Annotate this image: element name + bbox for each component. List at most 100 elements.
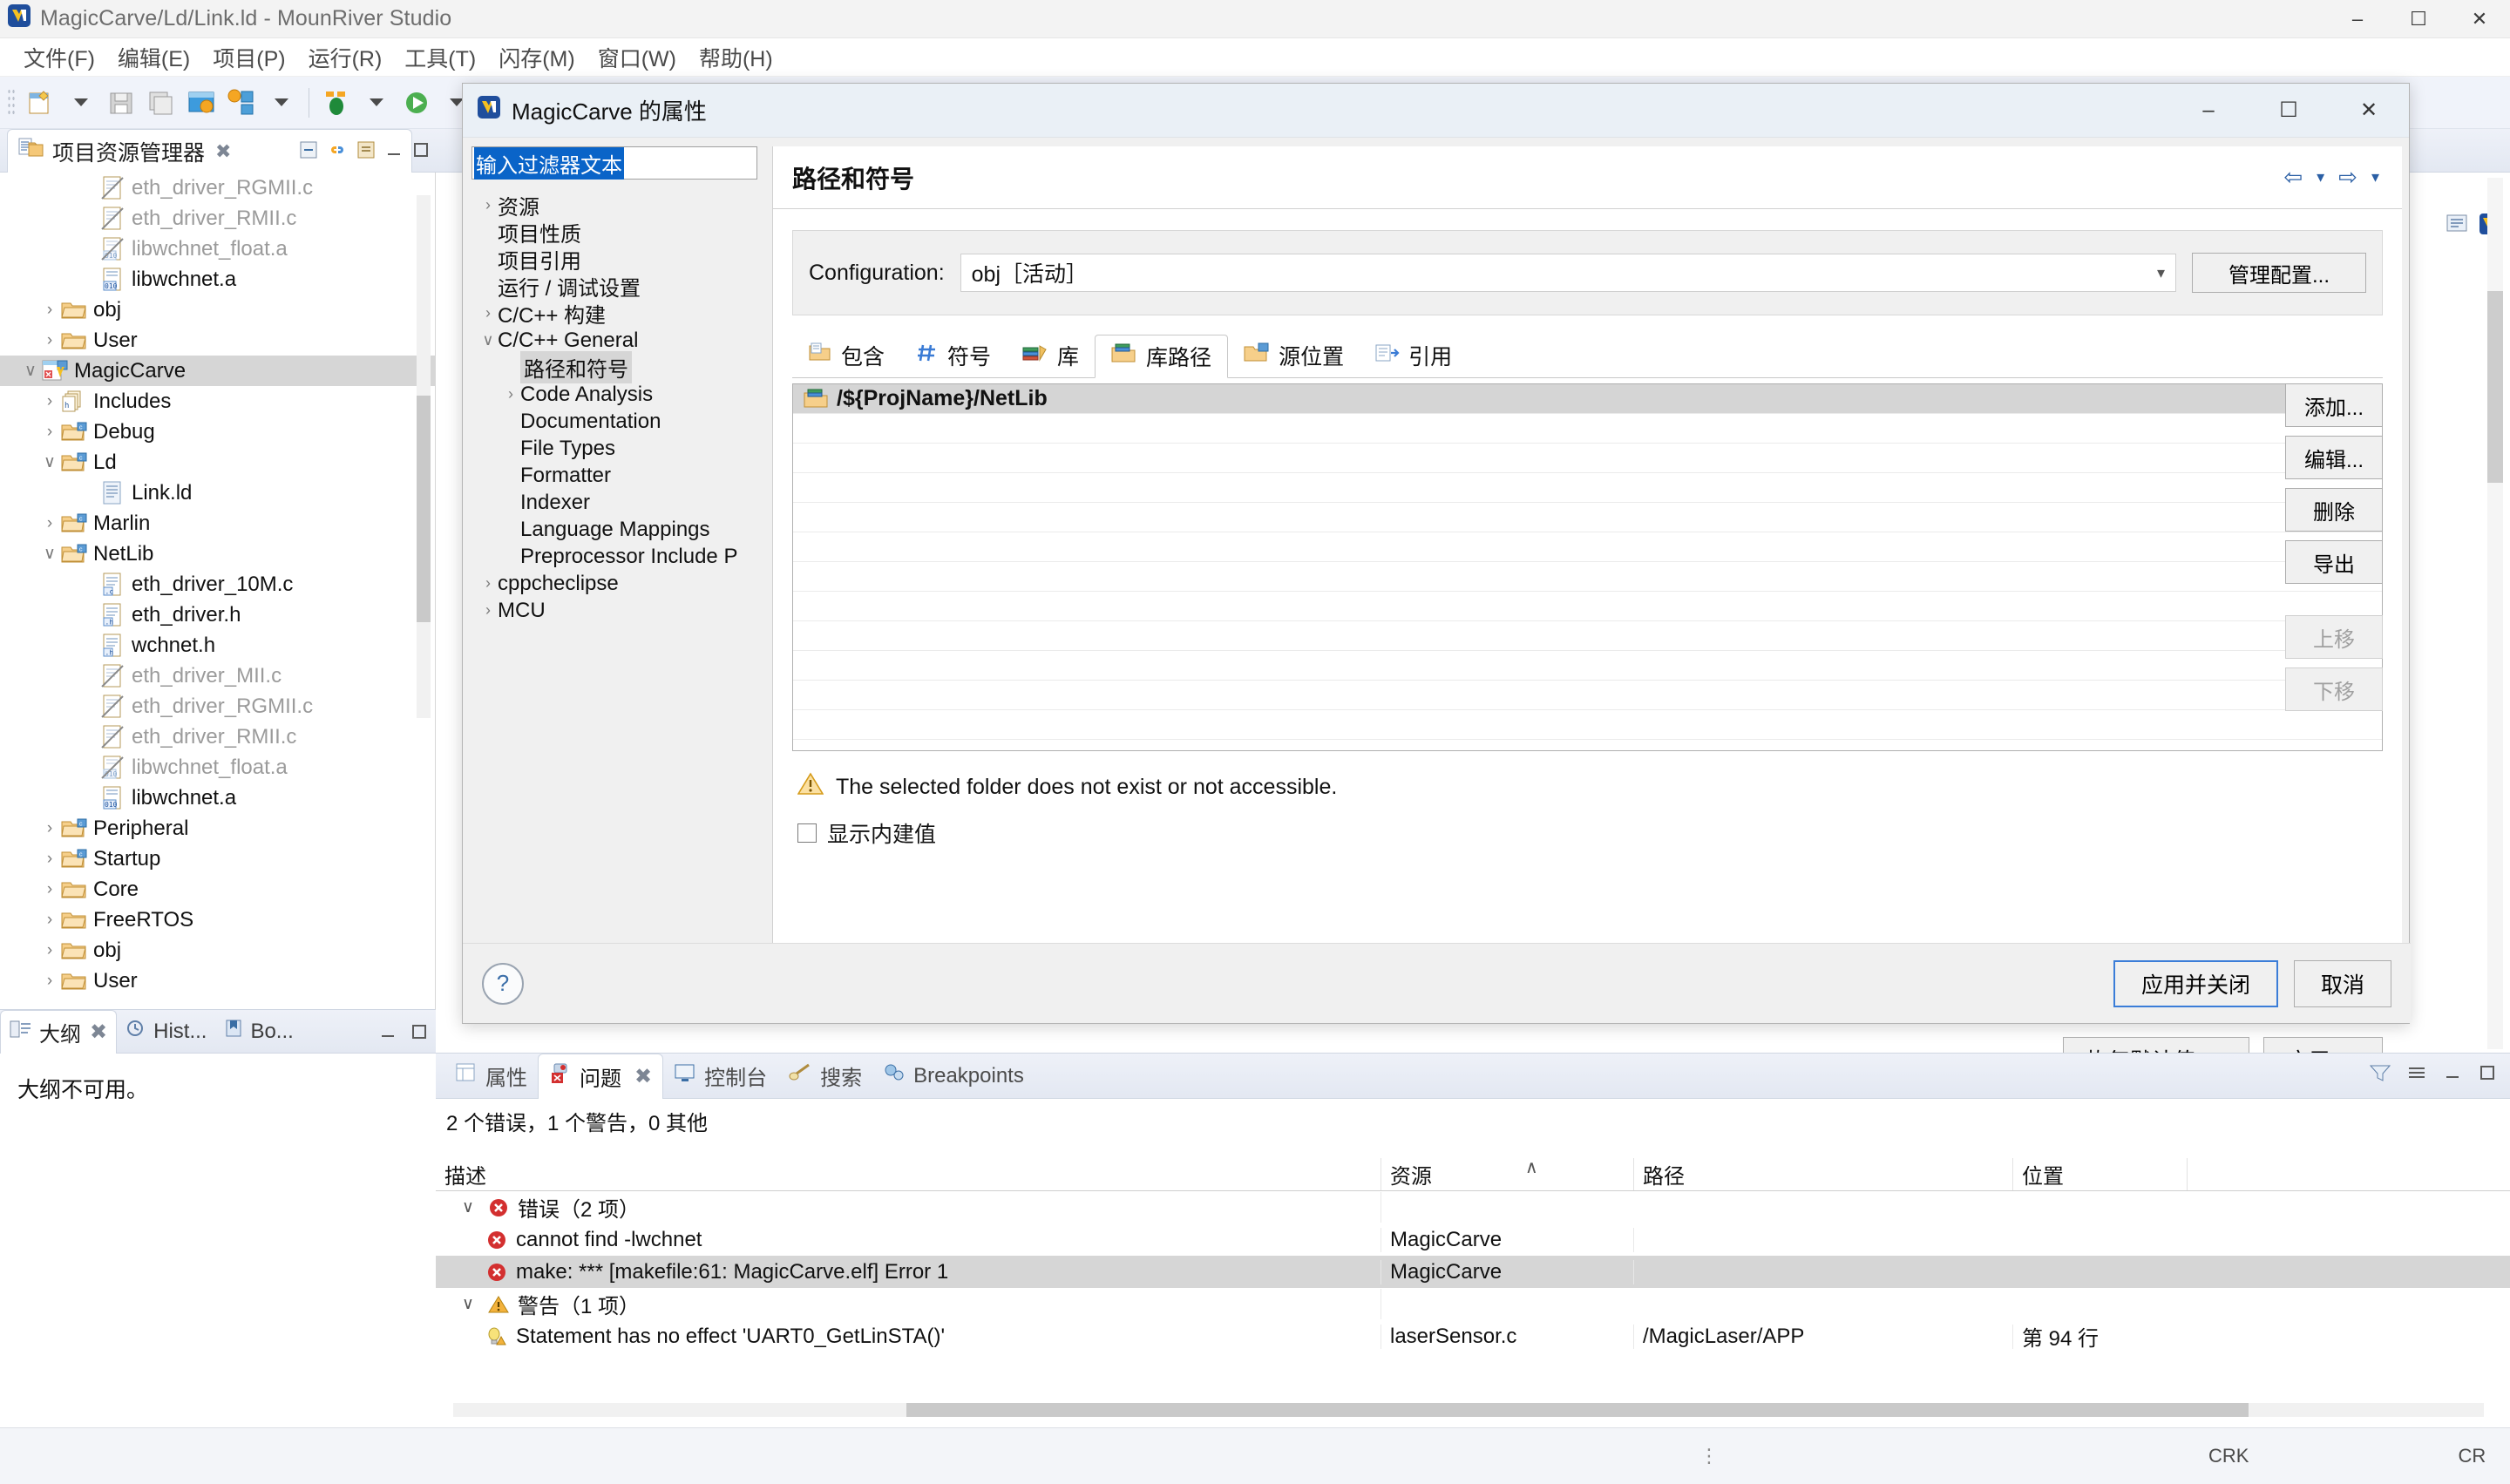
settings-tree-item[interactable]: › Code Analysis — [471, 381, 766, 408]
project-tree-item[interactable]: eth_driver_MII.c — [0, 661, 435, 691]
project-explorer-toolbar[interactable] — [298, 139, 431, 166]
project-tree-item[interactable]: .c eth_driver_10M.c — [0, 569, 435, 600]
settings-tree-item[interactable]: › MCU — [471, 597, 766, 624]
chevron-down-icon[interactable]: ∨ — [462, 1294, 479, 1314]
project-tree-item[interactable]: 010 libwchnet.a — [0, 783, 435, 813]
tab-search[interactable]: 搜索 — [777, 1054, 872, 1099]
dialog-tab-reference[interactable]: 引用 — [1360, 334, 1468, 377]
chevron-right-icon[interactable]: › — [38, 392, 61, 411]
settings-tree-item[interactable]: 路径和符号 — [471, 351, 766, 383]
problems-item-row[interactable]: Statement has no effect 'UART0_GetLinSTA… — [436, 1320, 2510, 1352]
close-icon[interactable]: ✖ — [215, 140, 231, 163]
library-path-empty-row[interactable] — [793, 592, 2382, 621]
menu-tools[interactable]: 工具(T) — [393, 38, 487, 77]
project-tree-item[interactable]: › c Debug — [0, 417, 435, 447]
apply-and-close-button[interactable]: 应用并关闭 — [2113, 959, 2278, 1007]
outline-tabstrip[interactable]: 大纲 ✖ Hist... Bo... — [0, 1009, 436, 1054]
problems-group-row[interactable]: ∨ 警告（1 项） — [436, 1288, 2510, 1320]
tab-bookmarks[interactable]: Bo... — [215, 1010, 302, 1054]
configuration-select[interactable]: obj［活动］ ▾ — [960, 254, 2176, 292]
project-tree-item[interactable]: ∨ MagicCarve — [0, 356, 435, 386]
run-icon[interactable] — [397, 83, 437, 123]
nav-back-caret-icon[interactable]: ▾ — [2317, 168, 2324, 186]
minimize-panel-icon[interactable] — [378, 1022, 397, 1047]
chevron-right-icon[interactable]: › — [38, 880, 61, 899]
chevron-right-icon[interactable]: › — [501, 385, 520, 403]
library-path-empty-row[interactable] — [793, 414, 2382, 444]
dialog-settings-tree[interactable]: › 资源 项目性质 项目引用 运行 / 调试设置 › C/C++ 构建 ∨ C/C++ Gene… — [471, 192, 766, 959]
tab-outline[interactable]: 大纲 ✖ — [0, 1009, 118, 1054]
project-tree-item[interactable]: › Core — [0, 874, 435, 905]
debug-icon[interactable] — [316, 83, 356, 123]
editor-vertical-scrollbar[interactable] — [2487, 178, 2503, 1049]
view-menu-icon[interactable] — [356, 139, 376, 166]
scrollbar-thumb[interactable] — [2487, 291, 2503, 483]
chevron-right-icon[interactable]: › — [38, 423, 61, 442]
dialog-tab-library-path[interactable]: 库路径 — [1095, 335, 1229, 378]
chevron-down-icon[interactable]: ∨ — [38, 544, 61, 564]
settings-tree-item[interactable]: 项目引用 — [471, 246, 766, 274]
project-tree-item[interactable]: ∨ c Ld — [0, 447, 435, 478]
chevron-right-icon[interactable]: › — [38, 514, 61, 533]
library-path-empty-row[interactable] — [793, 444, 2382, 473]
chevron-right-icon[interactable]: › — [38, 941, 61, 960]
build-config-icon[interactable] — [221, 83, 261, 123]
dialog-footer-buttons[interactable]: 应用并关闭 取消 — [2113, 959, 2411, 1007]
nav-back-icon[interactable]: ⇦ — [2283, 164, 2303, 191]
collapse-all-icon[interactable] — [298, 139, 319, 166]
list-action-buttons[interactable]: 添加... 编辑... 删除 导出 上移 下移 — [2285, 383, 2383, 720]
filter-input[interactable]: 输入过滤器文本 — [471, 146, 757, 180]
library-paths-list[interactable]: /${ProjName}/NetLib — [792, 383, 2383, 751]
nav-forward-caret-icon[interactable]: ▾ — [2371, 168, 2379, 186]
new-file-icon[interactable] — [21, 83, 61, 123]
chevron-right-icon[interactable]: › — [38, 331, 61, 350]
problems-rows[interactable]: ∨ 错误（2 项） cannot find -lwchnet MagicCarve ma… — [436, 1191, 2510, 1352]
close-icon[interactable]: ✖ — [90, 1020, 107, 1045]
chevron-right-icon[interactable]: › — [38, 850, 61, 869]
chevron-down-icon[interactable]: ∨ — [38, 452, 61, 472]
project-tree[interactable]: eth_driver_RGMII.c eth_driver_RMII.c 010 li… — [0, 173, 436, 1088]
close-icon[interactable]: ✖ — [634, 1064, 652, 1089]
project-tree-item[interactable]: 010 libwchnet.a — [0, 264, 435, 295]
settings-tree-item[interactable]: › C/C++ 构建 — [471, 300, 766, 328]
maximize-button[interactable]: ☐ — [2388, 0, 2449, 38]
chevron-right-icon[interactable]: › — [478, 601, 498, 620]
project-tree-item[interactable]: eth_driver_RMII.c — [0, 722, 435, 752]
settings-tree-item[interactable]: › 资源 — [471, 192, 766, 220]
column-header-location[interactable]: 位置 — [2013, 1158, 2188, 1190]
tab-problems[interactable]: 问题 ✖ — [538, 1053, 664, 1099]
settings-tree-item[interactable]: 运行 / 调试设置 — [471, 273, 766, 301]
chevron-right-icon[interactable]: › — [478, 304, 498, 322]
nav-forward-icon[interactable]: ⇨ — [2338, 164, 2357, 191]
library-path-empty-row[interactable] — [793, 651, 2382, 681]
help-button[interactable]: ? — [482, 962, 524, 1005]
problems-item-row[interactable]: cannot find -lwchnet MagicCarve — [436, 1223, 2510, 1256]
debug-dropdown-icon[interactable] — [356, 83, 397, 123]
library-path-empty-row[interactable] — [793, 562, 2382, 592]
tab-console[interactable]: 控制台 — [663, 1054, 777, 1099]
project-tree-item[interactable]: › FreeRTOS — [0, 905, 435, 935]
project-tree-item[interactable]: › c Startup — [0, 844, 435, 874]
problems-horizontal-scrollbar[interactable] — [453, 1403, 2484, 1417]
settings-tree-item[interactable]: Documentation — [471, 408, 766, 435]
chevron-down-icon[interactable]: ▾ — [2157, 264, 2165, 282]
dialog-close-button[interactable]: ✕ — [2329, 84, 2409, 138]
project-tree-rows[interactable]: eth_driver_RGMII.c eth_driver_RMII.c 010 li… — [0, 173, 435, 996]
problems-item-row[interactable]: make: *** [makefile:61: MagicCarve.elf] … — [436, 1256, 2510, 1288]
manage-configurations-button[interactable]: 管理配置... — [2192, 253, 2366, 293]
list-button-0[interactable]: 添加... — [2285, 383, 2383, 427]
properties-dialog[interactable]: MagicCarve 的属性 – ☐ ✕ 输入过滤器文本 › 资源 项目性质 项目引用… — [462, 83, 2411, 1082]
new-file-dropdown-icon[interactable] — [61, 83, 101, 123]
column-header-description[interactable]: 描述 — [436, 1158, 1381, 1190]
filters-icon[interactable] — [2369, 1062, 2391, 1089]
editor-outline-icon[interactable] — [2446, 213, 2468, 241]
project-tree-item[interactable]: › obj — [0, 295, 435, 325]
library-path-empty-row[interactable] — [793, 710, 2382, 740]
tab-breakpoints[interactable]: Breakpoints — [872, 1054, 1035, 1099]
maximize-panel-icon[interactable] — [2477, 1063, 2498, 1088]
settings-tree-item[interactable]: ∨ C/C++ General — [471, 327, 766, 354]
menu-help[interactable]: 帮助(H) — [688, 38, 784, 77]
dialog-window-controls[interactable]: – ☐ ✕ — [2168, 84, 2409, 138]
dialog-minimize-button[interactable]: – — [2168, 84, 2249, 138]
chevron-right-icon[interactable]: › — [38, 911, 61, 930]
